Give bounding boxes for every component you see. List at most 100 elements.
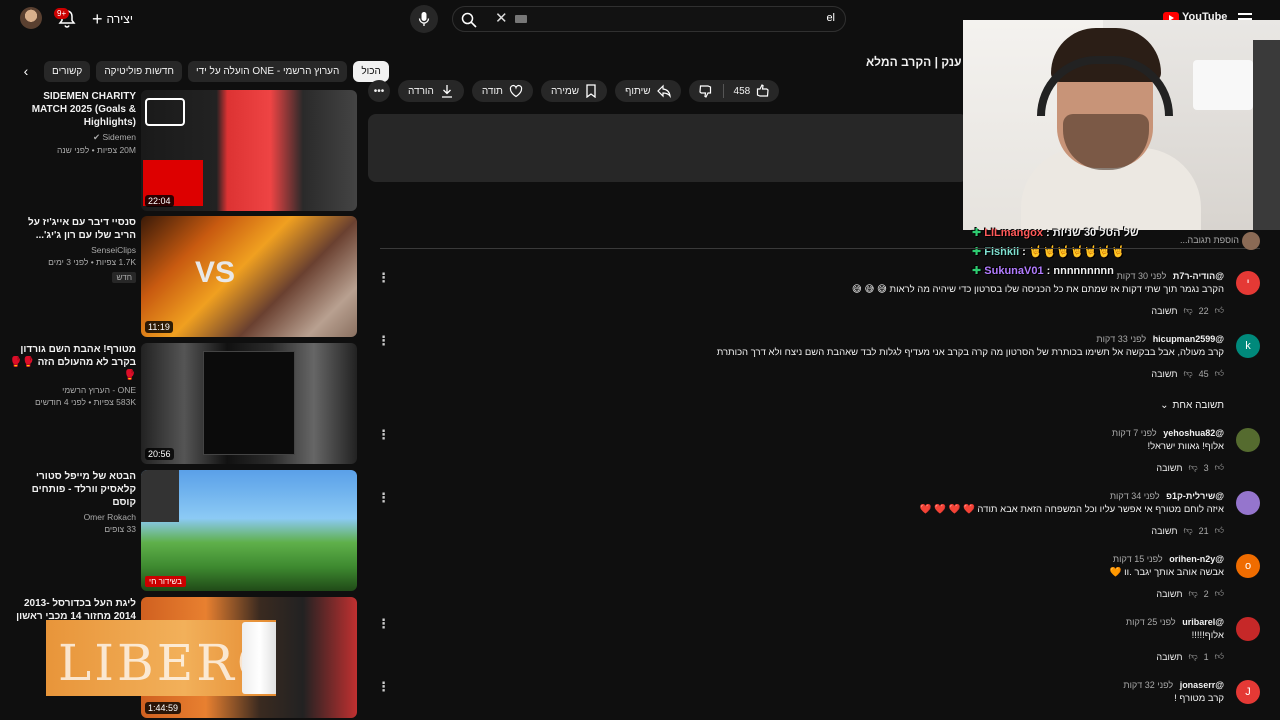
commenter-avatar[interactable] — [1236, 617, 1260, 641]
avatar-letter: o — [1244, 560, 1252, 572]
channel-name[interactable]: Sidemen ✔ — [6, 132, 136, 143]
like-button[interactable]: 458 — [724, 80, 780, 102]
channel-name[interactable]: SenseiClips — [6, 245, 136, 255]
video-thumbnail[interactable]: בשידור חי — [141, 470, 357, 591]
more-options-icon[interactable]: ⋮ — [377, 617, 390, 630]
comment-handle[interactable]: @jonaserr — [1180, 680, 1224, 690]
chip-uploaded-by[interactable]: הועלה על ידי ONE - הערוץ הרשמי — [188, 60, 348, 82]
video-thumbnail[interactable]: 22:04 — [141, 90, 357, 211]
dislike-button[interactable] — [689, 80, 723, 102]
comment-handle[interactable]: @yehoshua82 — [1163, 428, 1224, 438]
comment-handle[interactable]: @orihen-n2y — [1169, 554, 1224, 564]
comment-handle[interactable]: @uribarel — [1182, 617, 1224, 627]
comment-time: לפני 32 דקות — [1123, 680, 1174, 690]
like-comment-icon[interactable]: 👍︎ — [1215, 462, 1224, 473]
share-button[interactable]: שיתוף — [615, 80, 681, 102]
video-thumbnail[interactable]: VS 11:19 — [141, 216, 357, 337]
reply-button[interactable]: תשובה — [1156, 463, 1182, 473]
chat-badge-icon: ✚ — [972, 227, 982, 239]
channel-name[interactable]: ONE - הערוץ הרשמי — [6, 385, 136, 395]
share-label: שיתוף — [625, 85, 651, 97]
commenter-avatar[interactable]: k — [1236, 334, 1260, 358]
download-button[interactable]: הורדה — [398, 80, 464, 102]
dislike-comment-icon[interactable]: 👎︎ — [1183, 525, 1192, 536]
recommendation-title[interactable]: SIDEMEN CHARITY MATCH 2025 (Goals & High… — [6, 90, 136, 129]
comment-actions: 👍︎ 21 👎︎ תשובה — [1145, 525, 1224, 536]
more-options-icon[interactable]: ⋮ — [377, 428, 390, 441]
dislike-comment-icon[interactable]: 👎︎ — [1188, 588, 1197, 599]
add-reply-input[interactable]: הוספת תגובה... — [1180, 235, 1239, 245]
commenter-avatar[interactable] — [1236, 491, 1260, 515]
recommendation-title[interactable]: הבטא של מייפל סטורי קלאסיק וורלד - פותחי… — [6, 470, 136, 509]
chevron-left-icon[interactable]: ‹ — [14, 63, 38, 79]
comment-handle[interactable]: @הודיה-ר7ת — [1173, 271, 1224, 281]
comment-handle[interactable]: @hicupman2599 — [1153, 334, 1224, 344]
dislike-comment-icon[interactable]: 👎︎ — [1188, 651, 1197, 662]
more-options-icon[interactable]: ⋮ — [377, 334, 390, 347]
commenter-avatar[interactable]: o — [1236, 554, 1260, 578]
like-comment-icon[interactable]: 👍︎ — [1215, 588, 1224, 599]
comment-time: לפני 33 דקות — [1096, 334, 1147, 344]
like-comment-icon[interactable]: 👍︎ — [1215, 305, 1224, 316]
commenter-avatar[interactable]: י — [1236, 271, 1260, 295]
video-duration: 1:44:59 — [145, 702, 182, 714]
chip-politics-news[interactable]: חדשות פוליטיקה — [96, 60, 182, 82]
comment: J @jonaserr לפני 32 דקות קרב מטורף ! — [440, 680, 1260, 720]
fight-card-graphic — [203, 351, 295, 455]
recommendation-item[interactable]: בשידור חי הבטא של מייפל סטורי קלאסיק וור… — [0, 470, 360, 592]
more-options-icon[interactable]: ⋮ — [377, 680, 390, 693]
video-duration: 11:19 — [145, 321, 173, 333]
ad-overlay[interactable]: LIBERO — [46, 620, 276, 696]
account-avatar[interactable] — [20, 7, 42, 29]
reply-button[interactable]: תשובה — [1151, 526, 1177, 536]
commenter-avatar[interactable] — [1236, 428, 1260, 452]
dislike-comment-icon[interactable]: 👎︎ — [1183, 368, 1192, 379]
more-actions-button[interactable]: ••• — [368, 80, 390, 102]
recommendation-item[interactable]: 22:04 SIDEMEN CHARITY MATCH 2025 (Goals … — [0, 90, 360, 212]
more-options-icon[interactable]: ⋮ — [377, 271, 390, 284]
bookmark-icon — [586, 84, 596, 98]
chip-related[interactable]: קשורים — [44, 60, 91, 82]
dislike-comment-icon[interactable]: 👎︎ — [1183, 305, 1192, 316]
recommendation-item[interactable]: 20:56 מטורף! אהבת השם גורדון בקרב לא מהע… — [0, 343, 360, 465]
voice-search-button[interactable] — [410, 5, 438, 33]
save-button[interactable]: שמירה — [540, 80, 608, 102]
add-reply-underline — [380, 248, 1260, 249]
comment-time: לפני 30 דקות — [1116, 271, 1167, 281]
clear-search-icon[interactable]: ✕ — [495, 9, 508, 27]
reply-button[interactable]: תשובה — [1156, 652, 1182, 662]
dislike-comment-icon[interactable]: 👎︎ — [1188, 462, 1197, 473]
reply-button[interactable]: תשובה — [1151, 306, 1177, 316]
channel-name[interactable]: Omer Rokach — [6, 512, 136, 522]
recommendation-item[interactable]: VS 11:19 סנסיי דיבר עם אייג'יז על הריב ש… — [0, 216, 360, 338]
comment-header: @hicupman2599 לפני 33 דקות — [1096, 334, 1224, 344]
like-comment-icon[interactable]: 👍︎ — [1215, 368, 1224, 379]
comment: @שירלית-ק1פ לפני 34 דקות איזה לוחם מטורף… — [440, 491, 1260, 553]
recommendation-title[interactable]: מטורף! אהבת השם גורדון בקרב לא מהעולם הז… — [6, 343, 136, 382]
video-thumbnail[interactable]: 20:56 — [141, 343, 357, 464]
more-options-icon[interactable]: ⋮ — [377, 491, 390, 504]
search-icon[interactable] — [461, 12, 477, 28]
video-actions: ••• הורדה תודה שמירה שיתוף 458 — [368, 80, 780, 102]
comment-time: לפני 34 דקות — [1109, 491, 1160, 501]
recommendation-title[interactable]: סנסיי דיבר עם אייג'יז על הריב שלו עם רון… — [6, 216, 136, 242]
thumbs-up-icon — [757, 84, 769, 97]
recommendation-meta: 583K צפיות • לפני 4 חודשים — [34, 397, 136, 407]
commenter-avatar[interactable]: J — [1236, 680, 1260, 704]
create-button[interactable]: + יצירה — [92, 9, 133, 29]
notifications-badge: 9+ — [54, 8, 70, 19]
like-comment-icon[interactable]: 👍︎ — [1215, 525, 1224, 536]
comment-text: הקרב נגמר תוך שתי דקות אז שמתם את כל הכנ… — [851, 284, 1224, 295]
keyboard-icon[interactable] — [515, 15, 527, 23]
like-comment-icon[interactable]: 👍︎ — [1215, 651, 1224, 662]
thanks-button[interactable]: תודה — [471, 80, 533, 102]
show-replies-button[interactable]: תשובה אחת ⌄ — [1160, 400, 1224, 411]
vs-graphic: VS — [195, 256, 236, 289]
reply-button[interactable]: תשובה — [1156, 589, 1182, 599]
description-box[interactable] — [368, 114, 968, 182]
search-input[interactable]: ✕ el — [452, 6, 846, 32]
recommendation-chips: ‹ קשורים חדשות פוליטיקה הועלה על ידי ONE… — [14, 60, 389, 82]
comment-handle[interactable]: @שירלית-ק1פ — [1166, 491, 1224, 501]
chip-all[interactable]: הכול — [353, 60, 389, 82]
reply-button[interactable]: תשובה — [1151, 369, 1177, 379]
